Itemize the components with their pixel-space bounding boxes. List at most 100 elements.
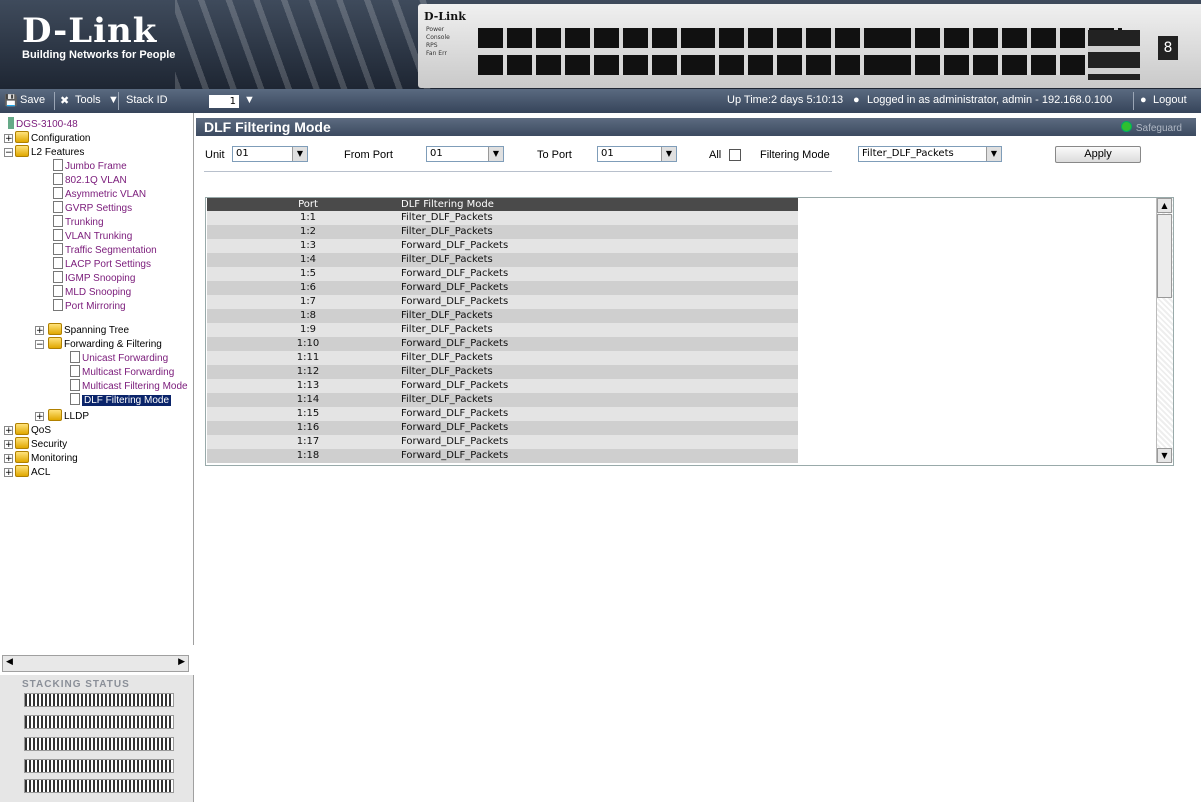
tree-root-label[interactable]: DGS-3100-48: [16, 119, 78, 130]
stack-id-display: 8: [1158, 36, 1178, 60]
all-checkbox[interactable]: [729, 149, 741, 161]
tree-item-vlan-trunking[interactable]: VLAN Trunking: [53, 229, 132, 243]
stack-unit-3[interactable]: [24, 737, 174, 751]
tree-label[interactable]: Configuration: [31, 133, 90, 144]
tree-label[interactable]: VLAN Trunking: [65, 231, 132, 242]
tree-label[interactable]: Multicast Filtering Mode: [82, 381, 188, 392]
tree-item-8021q-vlan[interactable]: 802.1Q VLAN: [53, 173, 127, 187]
tree-item-traffic-segmentation[interactable]: Traffic Segmentation: [53, 243, 157, 257]
tree-label[interactable]: Spanning Tree: [64, 325, 129, 336]
to-port-label: To Port: [537, 149, 572, 161]
scroll-up-icon[interactable]: ▲: [1157, 198, 1172, 213]
tools-icon[interactable]: ✖: [60, 94, 69, 107]
logout-icon[interactable]: ●: [1140, 94, 1147, 106]
cell-port: 1:8: [299, 310, 317, 321]
tree-item-multicast-forwarding[interactable]: Multicast Forwarding: [70, 365, 174, 379]
tree-label[interactable]: ACL: [31, 467, 50, 478]
tree-label[interactable]: IGMP Snooping: [65, 273, 135, 284]
cell-dlf-mode: Forward_DLF_Packets: [401, 380, 509, 391]
tree-item-configuration[interactable]: Configuration: [15, 131, 90, 145]
collapse-icon[interactable]: −: [35, 340, 44, 350]
stack-unit-4[interactable]: [24, 759, 174, 773]
logout-button[interactable]: Logout: [1153, 94, 1187, 106]
tree-label[interactable]: Multicast Forwarding: [82, 367, 174, 378]
tree-item-l2-features[interactable]: L2 Features: [15, 145, 84, 159]
tree-item-lacp-port-settings[interactable]: LACP Port Settings: [53, 257, 151, 271]
tree-label[interactable]: Forwarding & Filtering: [64, 339, 162, 350]
table-vertical-scrollbar[interactable]: ▲ ▼: [1156, 198, 1173, 463]
cell-dlf-mode: Forward_DLF_Packets: [401, 450, 509, 461]
cell-port: 1:14: [296, 394, 320, 405]
tree-item-qos[interactable]: QoS: [15, 423, 51, 437]
tree-horizontal-scrollbar[interactable]: ◀ ▶: [2, 655, 189, 672]
scroll-down-icon[interactable]: ▼: [1157, 448, 1172, 463]
from-port-select[interactable]: 01 ▼: [426, 146, 504, 162]
chevron-down-icon[interactable]: ▼: [488, 147, 503, 161]
tree-item-spanning-tree[interactable]: Spanning Tree: [48, 323, 129, 337]
tree-item-gvrp-settings[interactable]: GVRP Settings: [53, 201, 132, 215]
chevron-down-icon[interactable]: ▼: [986, 147, 1001, 161]
from-port-label: From Port: [344, 149, 393, 161]
expand-icon[interactable]: +: [4, 134, 13, 144]
tree-item-multicast-filtering-mode[interactable]: Multicast Filtering Mode: [70, 379, 188, 393]
stack-unit-5[interactable]: [24, 779, 174, 793]
tree-root[interactable]: DGS-3100-48: [8, 117, 78, 131]
scroll-left-icon[interactable]: ◀: [6, 657, 13, 667]
stack-id-dropdown-icon[interactable]: ▼: [244, 94, 255, 106]
tools-menu[interactable]: Tools: [75, 94, 101, 106]
tree-label[interactable]: Asymmetric VLAN: [65, 189, 146, 200]
tree-label[interactable]: LACP Port Settings: [65, 259, 151, 270]
tree-item-forwarding-filtering[interactable]: Forwarding & Filtering: [48, 337, 162, 351]
tree-item-trunking[interactable]: Trunking: [53, 215, 104, 229]
tree-item-dlf-filtering-mode[interactable]: DLF Filtering Mode: [70, 393, 172, 407]
chevron-down-icon[interactable]: ▼: [292, 147, 307, 161]
stack-unit-1[interactable]: [24, 693, 174, 707]
expand-icon[interactable]: +: [4, 454, 13, 464]
collapse-icon[interactable]: −: [4, 148, 13, 158]
tree-label[interactable]: Traffic Segmentation: [65, 245, 157, 256]
expand-icon[interactable]: +: [4, 426, 13, 436]
tree-item-monitoring[interactable]: Monitoring: [15, 451, 78, 465]
tree-item-acl[interactable]: ACL: [15, 465, 50, 479]
tree-item-igmp-snooping[interactable]: IGMP Snooping: [53, 271, 135, 285]
expand-icon[interactable]: +: [35, 326, 44, 336]
expand-icon[interactable]: +: [4, 468, 13, 478]
sfp-ports[interactable]: [1088, 30, 1140, 80]
port-group-3[interactable]: [886, 28, 1122, 82]
stack-unit-2[interactable]: [24, 715, 174, 729]
tree-label[interactable]: 802.1Q VLAN: [65, 175, 127, 186]
chevron-down-icon[interactable]: ▼: [661, 147, 676, 161]
tree-label[interactable]: Trunking: [65, 217, 104, 228]
port-group-1[interactable]: [478, 28, 714, 82]
tree-item-unicast-forwarding[interactable]: Unicast Forwarding: [70, 351, 168, 365]
tree-item-port-mirroring[interactable]: Port Mirroring: [53, 299, 126, 313]
unit-select[interactable]: 01 ▼: [232, 146, 308, 162]
tree-label-selected[interactable]: DLF Filtering Mode: [82, 395, 172, 406]
tree-label[interactable]: MLD Snooping: [65, 287, 131, 298]
tree-item-asymmetric-vlan[interactable]: Asymmetric VLAN: [53, 187, 146, 201]
save-icon[interactable]: 💾: [4, 94, 18, 107]
tree-item-lldp[interactable]: LLDP: [48, 409, 89, 423]
tree-item-jumbo-frame[interactable]: Jumbo Frame: [53, 159, 127, 173]
tree-label[interactable]: LLDP: [64, 411, 89, 422]
to-port-select[interactable]: 01 ▼: [597, 146, 677, 162]
scroll-thumb[interactable]: [1157, 214, 1172, 298]
tree-label[interactable]: Monitoring: [31, 453, 78, 464]
tree-label[interactable]: Port Mirroring: [65, 301, 126, 312]
apply-button[interactable]: Apply: [1055, 146, 1141, 163]
tree-label[interactable]: L2 Features: [31, 147, 84, 158]
tree-label[interactable]: GVRP Settings: [65, 203, 132, 214]
tree-item-security[interactable]: Security: [15, 437, 67, 451]
expand-icon[interactable]: +: [35, 412, 44, 422]
tree-item-mld-snooping[interactable]: MLD Snooping: [53, 285, 131, 299]
tree-label[interactable]: Security: [31, 439, 67, 450]
stack-id-select[interactable]: 1: [209, 95, 239, 108]
tree-label[interactable]: QoS: [31, 425, 51, 436]
scroll-right-icon[interactable]: ▶: [178, 657, 185, 667]
expand-icon[interactable]: +: [4, 440, 13, 450]
page-icon: [53, 271, 63, 283]
tree-label[interactable]: Unicast Forwarding: [82, 353, 168, 364]
tree-label[interactable]: Jumbo Frame: [65, 161, 127, 172]
save-button[interactable]: Save: [20, 94, 45, 106]
filtering-mode-select[interactable]: Filter_DLF_Packets ▼: [858, 146, 1002, 162]
